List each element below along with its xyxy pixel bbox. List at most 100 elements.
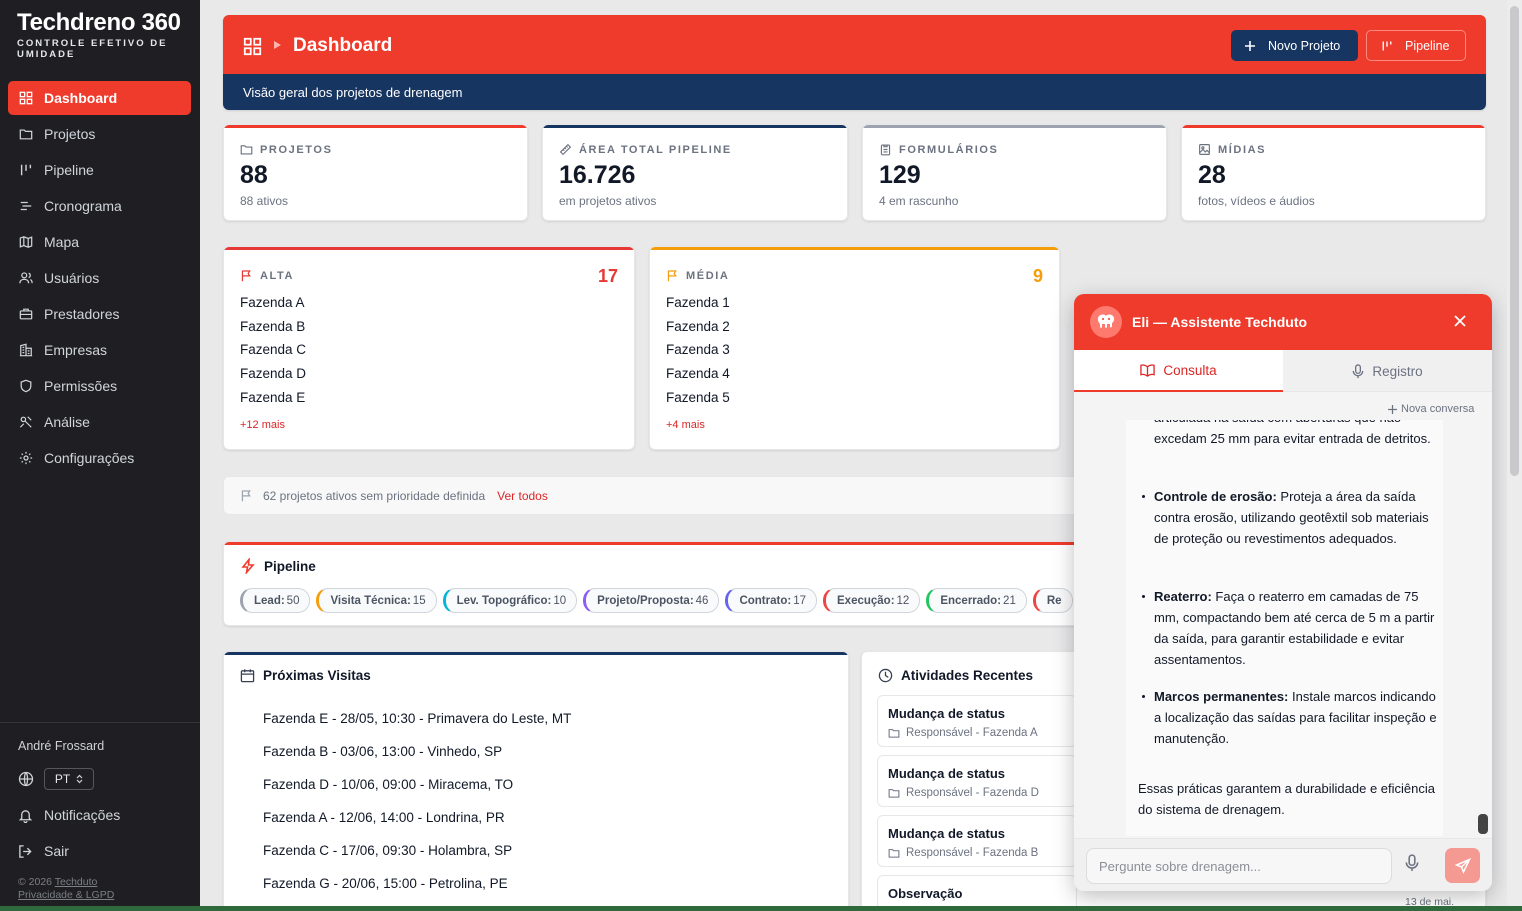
- list-item[interactable]: Fazenda C: [240, 338, 306, 362]
- sidebar-item-label: Usuários: [44, 270, 100, 286]
- stat-label: ÁREA TOTAL PIPELINE: [559, 143, 732, 156]
- sidebar-item-pipeline[interactable]: Pipeline: [8, 153, 191, 187]
- plus-icon: [1245, 40, 1255, 51]
- company-link[interactable]: Techduto: [55, 876, 98, 888]
- stat-label-text: PROJETOS: [260, 143, 333, 156]
- stat-card-projetos[interactable]: PROJETOS 88 88 ativos: [223, 124, 528, 221]
- globe-icon: [18, 771, 34, 787]
- pipeline-stage-chip[interactable]: Visita Técnica: 15: [316, 588, 437, 613]
- list-item[interactable]: Fazenda A: [240, 291, 306, 315]
- list-item[interactable]: Fazenda 1: [666, 291, 730, 315]
- stage-label: Contrato:: [739, 594, 792, 607]
- list-item[interactable]: Fazenda D - 10/06, 09:00 - Miracema, TO: [263, 768, 571, 801]
- list-item[interactable]: Fazenda G - 20/06, 15:00 - Petrolina, PE: [263, 867, 571, 900]
- page-scrollbar-thumb[interactable]: [1510, 6, 1519, 476]
- message-bullet: Reaterro: Faça o reaterro em camadas de …: [1142, 586, 1442, 670]
- list-item[interactable]: Fazenda 4: [666, 362, 730, 386]
- pipeline-stage-chip[interactable]: Re: [1032, 588, 1073, 613]
- microphone-button[interactable]: [1405, 854, 1419, 872]
- stat-card-midias[interactable]: MÍDIAS 28 fotos, vídeos e áudios: [1181, 124, 1486, 221]
- activity-item[interactable]: Mudança de status Responsável - Fazenda …: [877, 755, 1077, 807]
- new-conversation-button[interactable]: Nova conversa: [1388, 403, 1474, 415]
- sidebar-item-prestadores[interactable]: Prestadores: [8, 297, 191, 331]
- priority-count: 17: [597, 266, 618, 286]
- list-item[interactable]: Fazenda E - 28/05, 10:30 - Primavera do …: [263, 702, 571, 735]
- card-accent: [543, 125, 847, 128]
- chat-input-bar: [1074, 838, 1492, 891]
- list-item[interactable]: Fazenda A - 12/06, 14:00 - Londrina, PR: [263, 801, 571, 834]
- sidebar-item-configuracoes[interactable]: Configurações: [8, 441, 191, 475]
- chat-scrollbar[interactable]: [1478, 814, 1488, 834]
- tab-consulta[interactable]: Consulta: [1074, 350, 1283, 392]
- pipeline-stage-chip[interactable]: Projeto/Proposta: 46: [583, 588, 720, 613]
- logout-icon: [19, 844, 32, 858]
- pipeline-stage-chip[interactable]: Contrato: 17: [725, 588, 817, 613]
- send-button[interactable]: [1445, 848, 1480, 883]
- page-scrollbar[interactable]: [1507, 0, 1522, 911]
- more-link[interactable]: +12 mais: [240, 419, 285, 431]
- list-item[interactable]: Fazenda C - 17/06, 09:30 - Holambra, SP: [263, 834, 571, 867]
- tab-registro[interactable]: Registro: [1283, 350, 1492, 392]
- sidebar-item-dashboard[interactable]: Dashboard: [8, 81, 191, 115]
- sidebar-item-usuarios[interactable]: Usuários: [8, 261, 191, 295]
- pipeline-button[interactable]: Pipeline: [1366, 30, 1466, 61]
- priority-card-alta[interactable]: ALTA 17 Fazenda A Fazenda B Fazenda C Fa…: [223, 246, 635, 450]
- card-accent: [650, 247, 1059, 250]
- pipeline-stage-chip[interactable]: Execução: 12: [823, 588, 921, 613]
- logout-link[interactable]: Sair: [18, 843, 69, 859]
- upcoming-visits-card: Próximas Visitas Fazenda E - 28/05, 10:3…: [223, 651, 849, 911]
- priority-count: 9: [1032, 266, 1043, 286]
- list-item[interactable]: Fazenda 5: [666, 386, 730, 410]
- list-item[interactable]: Fazenda D: [240, 362, 306, 386]
- list-item[interactable]: Fazenda B - 03/06, 13:00 - Vinhedo, SP: [263, 735, 571, 768]
- sidebar-item-permissoes[interactable]: Permissões: [8, 369, 191, 403]
- send-icon: [1454, 857, 1471, 874]
- stat-subtext: em projetos ativos: [559, 194, 657, 208]
- notifications-link[interactable]: Notificações: [18, 807, 120, 823]
- close-icon[interactable]: [1452, 313, 1468, 329]
- stage-count: 10: [553, 594, 567, 607]
- list-item[interactable]: Fazenda E: [240, 386, 306, 410]
- dashboard-icon: [243, 37, 262, 56]
- list-item[interactable]: Fazenda 3: [666, 338, 730, 362]
- see-all-link[interactable]: Ver todos: [497, 489, 548, 503]
- language-row: PT: [18, 768, 94, 790]
- stage-label: Encerrado:: [940, 594, 1002, 607]
- priority-card-media[interactable]: MÉDIA 9 Fazenda 1 Fazenda 2 Fazenda 3 Fa…: [649, 246, 1060, 450]
- dashboard-icon: [19, 91, 33, 105]
- chat-title: Eli — Assistente Techduto: [1132, 314, 1308, 330]
- list-item[interactable]: Fazenda B: [240, 315, 306, 339]
- logout-label: Sair: [44, 843, 69, 859]
- stat-label: MÍDIAS: [1198, 143, 1266, 156]
- visits-title-text: Próximas Visitas: [263, 668, 371, 683]
- sidebar-item-cronograma[interactable]: Cronograma: [8, 189, 191, 223]
- language-select[interactable]: PT: [44, 768, 94, 790]
- more-link[interactable]: +4 mais: [666, 419, 705, 431]
- stat-card-formularios[interactable]: FORMULÁRIOS 129 4 em rascunho: [862, 124, 1167, 221]
- stage-count: 15: [412, 594, 426, 607]
- stage-count: 50: [286, 594, 300, 607]
- shield-icon: [20, 379, 32, 393]
- sidebar-item-projetos[interactable]: Projetos: [8, 117, 191, 151]
- sidebar-item-mapa[interactable]: Mapa: [8, 225, 191, 259]
- pipeline-title-text: Pipeline: [264, 558, 316, 574]
- chat-input[interactable]: [1086, 848, 1392, 884]
- privacy-link[interactable]: Privacidade & LGPD: [18, 889, 114, 901]
- header-bar: Dashboard Novo Projeto Pipeline: [223, 15, 1486, 74]
- activity-item[interactable]: Mudança de status Responsável - Fazenda …: [877, 815, 1077, 867]
- calendar-icon: [240, 669, 255, 683]
- user-name: André Frossard: [18, 739, 105, 753]
- sidebar-item-empresas[interactable]: Empresas: [8, 333, 191, 367]
- new-project-button[interactable]: Novo Projeto: [1231, 30, 1358, 61]
- pipeline-stage-chip[interactable]: Encerrado: 21: [926, 588, 1027, 613]
- list-item[interactable]: Fazenda 2: [666, 315, 730, 339]
- stage-count: 17: [793, 594, 806, 607]
- no-priority-banner: 62 projetos ativos sem prioridade defini…: [223, 476, 1083, 515]
- sidebar-item-analise[interactable]: Análise: [8, 405, 191, 439]
- pipeline-stage-chip[interactable]: Lev. Topográfico: 10: [442, 588, 578, 613]
- pipeline-stage-chip[interactable]: Lead: 50: [240, 588, 311, 613]
- stat-card-area-pipeline[interactable]: ÁREA TOTAL PIPELINE 16.726 em projetos a…: [542, 124, 848, 221]
- folder-icon: [19, 129, 33, 140]
- activity-item[interactable]: Mudança de status Responsável - Fazenda …: [877, 695, 1077, 747]
- folder-icon: [888, 789, 900, 798]
